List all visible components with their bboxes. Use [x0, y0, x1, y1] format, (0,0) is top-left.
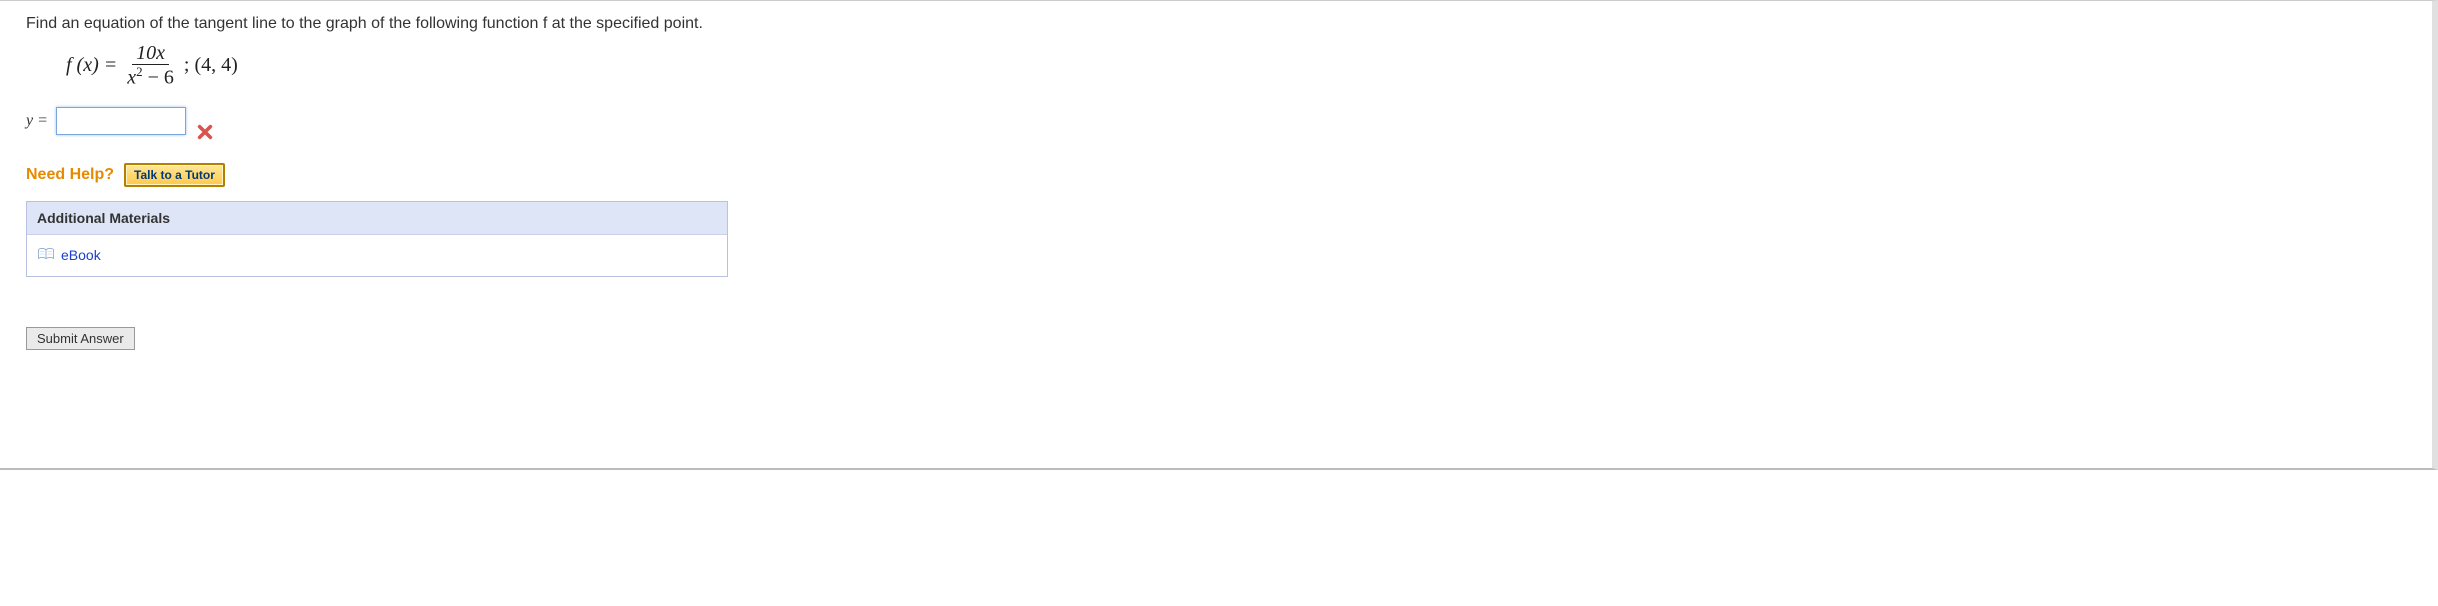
question-prompt: Find an equation of the tangent line to …: [26, 15, 1156, 33]
ebook-label: eBook: [61, 247, 101, 263]
function-lhs: f (x) =: [66, 54, 117, 77]
incorrect-icon: [196, 123, 214, 146]
equation-display: f (x) = 10x x2 − 6 ; (4, 4): [66, 43, 1156, 89]
book-icon: [37, 247, 55, 264]
answer-label: y =: [26, 112, 48, 130]
ebook-link[interactable]: eBook: [37, 247, 101, 264]
materials-header: Additional Materials: [27, 202, 727, 235]
point-spec: ; (4, 4): [184, 54, 238, 77]
denominator: x2 − 6: [123, 65, 178, 89]
additional-materials-panel: Additional Materials eBook: [26, 201, 728, 277]
talk-to-tutor-button[interactable]: Talk to a Tutor: [124, 163, 225, 187]
submit-answer-button[interactable]: Submit Answer: [26, 327, 135, 350]
fraction: 10x x2 − 6: [123, 43, 178, 89]
need-help-label: Need Help?: [26, 166, 114, 184]
numerator: 10x: [132, 43, 169, 65]
answer-input[interactable]: [56, 107, 186, 135]
